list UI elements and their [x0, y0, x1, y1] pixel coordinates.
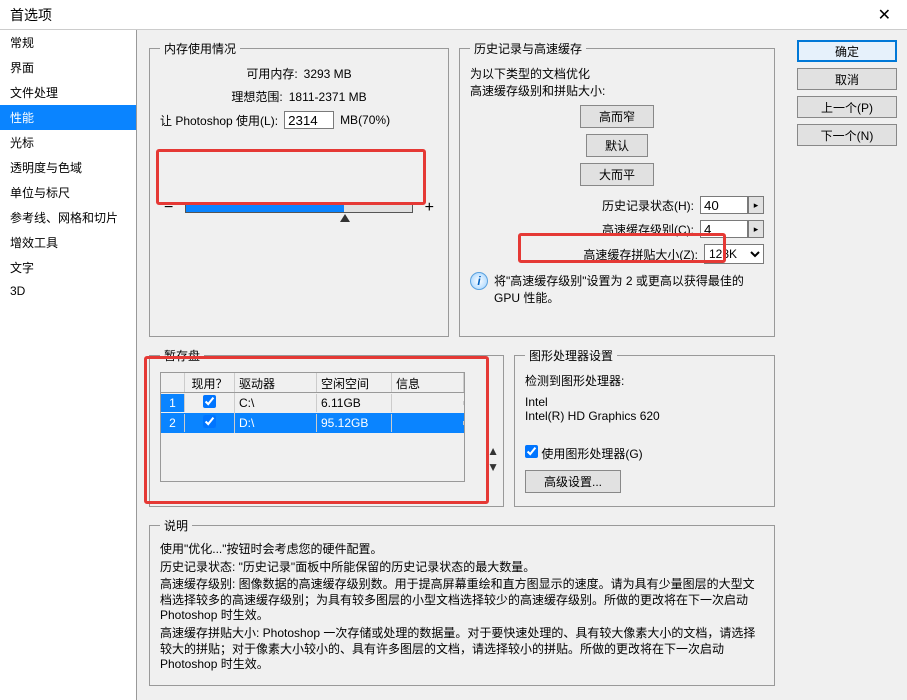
gpu-model: Intel(R) HD Graphics 620: [525, 409, 764, 423]
use-gpu-label[interactable]: 使用图形处理器(G): [525, 447, 643, 461]
ideal-label: 理想范围:: [231, 88, 282, 105]
row0-active-checkbox[interactable]: [203, 395, 216, 408]
history-group: 历史记录与高速缓存 为以下类型的文档优化 高速缓存级别和拼贴大小: 高而窄 默认…: [459, 40, 775, 337]
slider-plus-icon[interactable]: +: [421, 199, 438, 217]
gpu-vendor: Intel: [525, 395, 764, 409]
use-suffix: MB(70%): [340, 113, 390, 127]
table-row[interactable]: 2 D:\ 95.12GB: [161, 413, 464, 433]
scratch-table: 现用？ 驱动器 空闲空间 信息 1 C:\ 6.11GB 2: [160, 372, 465, 482]
ok-button[interactable]: 确定: [797, 40, 897, 62]
levels-label: 高速缓存级别(C):: [602, 221, 694, 238]
gpu-group: 图形处理器设置 检测到图形处理器: Intel Intel(R) HD Grap…: [514, 347, 775, 507]
states-input[interactable]: [700, 196, 748, 214]
tile-select[interactable]: 128K: [704, 244, 764, 264]
use-label: 让 Photoshop 使用(L):: [160, 112, 278, 129]
th-drive: 驱动器: [235, 373, 317, 392]
avail-label: 可用内存:: [246, 65, 297, 82]
gpu-advanced-button[interactable]: 高级设置...: [525, 470, 621, 493]
move-up-icon[interactable]: ▲: [487, 444, 499, 458]
th-info: 信息: [392, 373, 464, 392]
memory-group: 内存使用情况 可用内存: 3293 MB 理想范围: 1811-2371 MB …: [149, 40, 449, 337]
sidebar-item-transparency[interactable]: 透明度与色域: [0, 155, 136, 180]
states-label: 历史记录状态(H):: [602, 197, 694, 214]
sidebar-item-cursors[interactable]: 光标: [0, 130, 136, 155]
scratch-group: 暂存盘 现用？ 驱动器 空闲空间 信息 1 C:\ 6.11GB: [149, 347, 504, 507]
states-spin-icon[interactable]: ▸: [748, 196, 764, 214]
levels-input[interactable]: [700, 220, 748, 238]
description-group: 说明 使用"优化..."按钮时会考虑您的硬件配置。 历史记录状态: "历史记录"…: [149, 517, 775, 686]
memory-legend: 内存使用情况: [160, 40, 240, 57]
slider-minus-icon[interactable]: −: [160, 199, 177, 217]
sidebar-item-plugins[interactable]: 增效工具: [0, 230, 136, 255]
th-num: [161, 373, 185, 392]
table-row[interactable]: 1 C:\ 6.11GB: [161, 393, 464, 413]
scratch-legend: 暂存盘: [160, 347, 204, 364]
ideal-value: 1811-2371 MB: [289, 90, 367, 104]
desc-p4: 高速缓存拼贴大小: Photoshop 一次存储或处理的数据量。对于要快速处理的…: [160, 626, 764, 673]
memory-use-input[interactable]: [284, 111, 334, 129]
next-button[interactable]: 下一个(N): [797, 124, 897, 146]
sidebar-item-type[interactable]: 文字: [0, 255, 136, 280]
desc-p1: 使用"优化..."按钮时会考虑您的硬件配置。: [160, 542, 764, 558]
th-free: 空闲空间: [317, 373, 392, 392]
history-intro: 为以下类型的文档优化 高速缓存级别和拼贴大小:: [470, 65, 764, 99]
sidebar-item-performance[interactable]: 性能: [0, 105, 136, 130]
cancel-button[interactable]: 取消: [797, 68, 897, 90]
opt-tall-button[interactable]: 高而窄: [580, 105, 654, 128]
desc-legend: 说明: [160, 517, 192, 534]
row1-active-checkbox[interactable]: [203, 415, 216, 428]
tile-label: 高速缓存拼贴大小(Z):: [583, 246, 698, 263]
use-gpu-checkbox[interactable]: [525, 445, 538, 458]
dialog-title: 首选项: [10, 5, 52, 25]
desc-p2: 历史记录状态: "历史记录"面板中所能保留的历史记录状态的最大数量。: [160, 560, 764, 576]
history-tip: 将"高速缓存级别"设置为 2 或更高以获得最佳的 GPU 性能。: [494, 272, 764, 306]
gpu-legend: 图形处理器设置: [525, 347, 617, 364]
prev-button[interactable]: 上一个(P): [797, 96, 897, 118]
th-active: 现用？: [185, 373, 235, 392]
info-icon: i: [470, 272, 488, 290]
opt-flat-button[interactable]: 大而平: [580, 163, 654, 186]
category-sidebar: 常规 界面 文件处理 性能 光标 透明度与色域 单位与标尺 参考线、网格和切片 …: [0, 30, 137, 700]
close-icon[interactable]: ✕: [872, 5, 897, 25]
avail-value: 3293 MB: [304, 67, 352, 81]
sidebar-item-general[interactable]: 常规: [0, 30, 136, 55]
sidebar-item-filehandling[interactable]: 文件处理: [0, 80, 136, 105]
history-legend: 历史记录与高速缓存: [470, 40, 586, 57]
sidebar-item-3d[interactable]: 3D: [0, 280, 136, 302]
opt-default-button[interactable]: 默认: [586, 134, 648, 157]
levels-spin-icon[interactable]: ▸: [748, 220, 764, 238]
sidebar-item-interface[interactable]: 界面: [0, 55, 136, 80]
memory-slider[interactable]: [185, 203, 412, 213]
sidebar-item-units[interactable]: 单位与标尺: [0, 180, 136, 205]
desc-p3: 高速缓存级别: 图像数据的高速缓存级别数。用于提高屏幕重绘和直方图显示的速度。请…: [160, 577, 764, 624]
gpu-detect-label: 检测到图形处理器:: [525, 372, 764, 389]
move-down-icon[interactable]: ▼: [487, 460, 499, 474]
sidebar-item-guides[interactable]: 参考线、网格和切片: [0, 205, 136, 230]
